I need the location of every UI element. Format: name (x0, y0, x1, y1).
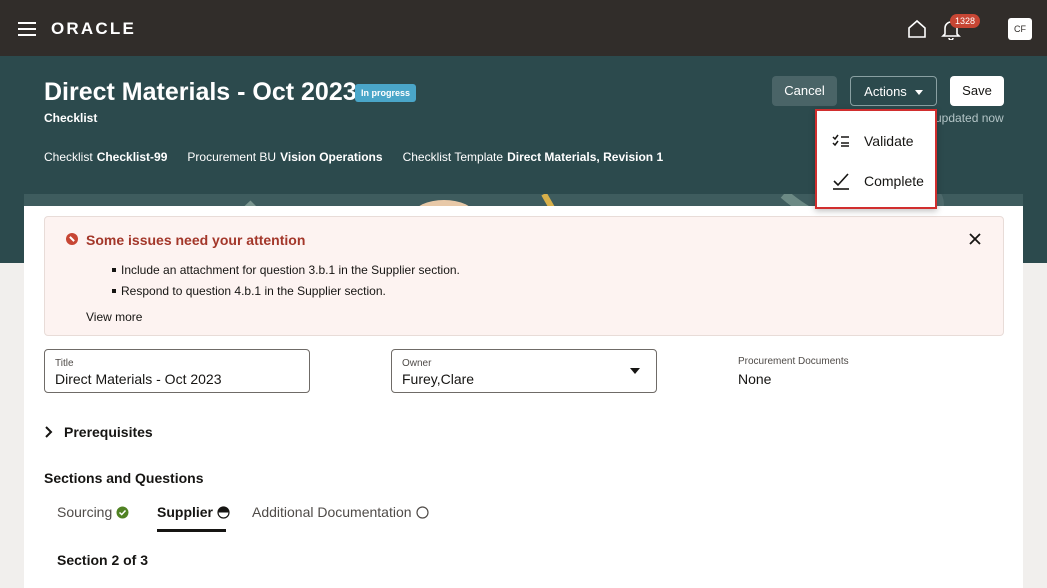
meta-checklist-template: Checklist Template Direct Materials, Revi… (402, 150, 664, 164)
empty-circle-icon (415, 505, 429, 519)
active-tab-indicator (157, 529, 226, 532)
view-more-link[interactable]: View more (86, 310, 142, 324)
actions-menu: Validate Complete (815, 109, 937, 209)
home-icon[interactable] (907, 19, 927, 39)
procurement-documents: Procurement Documents None (738, 356, 849, 387)
chevron-down-icon[interactable] (630, 368, 640, 374)
alert-title: Some issues need your attention (86, 232, 306, 248)
owner-value: Furey,Clare (402, 371, 475, 387)
cancel-button[interactable]: Cancel (772, 76, 837, 106)
user-avatar[interactable]: CF (1008, 18, 1032, 40)
procurement-documents-label: Procurement Documents (738, 356, 849, 367)
page-subtitle: Checklist (44, 111, 98, 125)
menu-item-label: Complete (864, 173, 924, 189)
meta-procurement-bu: Procurement BU Vision Operations (187, 150, 383, 164)
section-count: Section 2 of 3 (57, 552, 149, 568)
meta-row: Checklist Checklist-99 Procurement BU Visi… (44, 150, 663, 164)
chevron-right-icon (45, 426, 53, 438)
actions-button[interactable]: Actions (850, 76, 937, 106)
meta-checklist: Checklist Checklist-99 (44, 150, 168, 164)
title-label: Title (55, 358, 74, 369)
close-icon[interactable] (967, 231, 983, 247)
menu-item-label: Validate (864, 133, 914, 149)
tab-sourcing[interactable]: Sourcing (57, 504, 129, 520)
save-button[interactable]: Save (950, 76, 1004, 106)
page-title: Direct Materials - Oct 2023 (44, 78, 357, 106)
prerequisites-toggle[interactable]: Prerequisites (44, 424, 153, 440)
oracle-logo: ORACLE (51, 19, 136, 38)
menu-item-complete[interactable]: Complete (817, 161, 935, 201)
title-value[interactable]: Direct Materials - Oct 2023 (55, 371, 299, 387)
notification-badge: 1328 (950, 14, 981, 28)
half-circle-icon (217, 505, 230, 519)
alert-item: Respond to question 4.b.1 in the Supplie… (112, 284, 460, 298)
sections-title: Sections and Questions (44, 470, 204, 486)
alert-item: Include an attachment for question 3.b.1… (112, 263, 460, 277)
tab-label: Supplier (157, 504, 214, 520)
prerequisites-label: Prerequisites (64, 424, 153, 440)
check-icon (833, 173, 849, 190)
tab-label: Additional Documentation (252, 504, 412, 520)
owner-label: Owner (402, 358, 432, 369)
owner-select[interactable]: Owner Furey,Clare (391, 349, 657, 393)
error-alert: Some issues need your attention Include … (44, 216, 1004, 336)
global-header: ORACLE 1328 CF (0, 0, 1047, 56)
procurement-documents-value: None (738, 371, 772, 387)
status-badge: In progress (355, 84, 417, 102)
menu-icon[interactable] (18, 22, 36, 36)
alert-list: Include an attachment for question 3.b.1… (112, 263, 460, 305)
check-circle-icon (116, 506, 129, 518)
menu-item-validate[interactable]: Validate (817, 121, 935, 161)
updated-text: updated now (935, 111, 1004, 125)
tab-additional-documentation[interactable]: Additional Documentation (252, 504, 429, 520)
caret-down-icon (914, 90, 923, 96)
title-field[interactable]: Title Direct Materials - Oct 2023 (44, 349, 310, 393)
checklist-icon (832, 134, 849, 147)
actions-label: Actions (864, 84, 907, 99)
error-icon (66, 233, 78, 245)
tab-supplier[interactable]: Supplier (157, 504, 230, 520)
tab-label: Sourcing (57, 504, 113, 520)
